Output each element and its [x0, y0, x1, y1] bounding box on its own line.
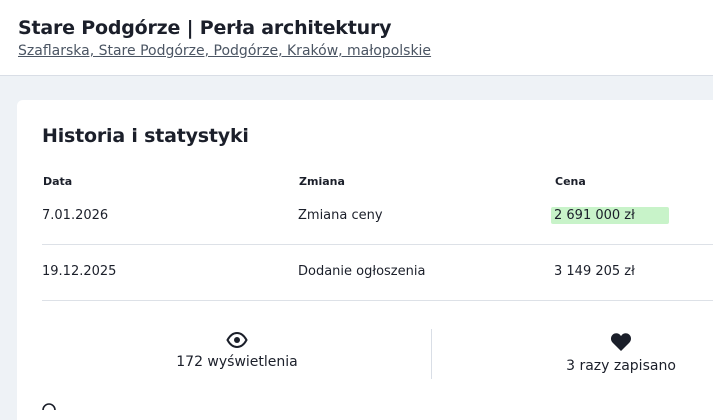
history-title: Historia i statystyki — [42, 125, 249, 147]
table-row: 7.01.2026 Zmiana ceny 2 691 000 zł — [42, 207, 713, 263]
row-date: 19.12.2025 — [42, 264, 117, 279]
row-divider — [42, 244, 713, 245]
table-row: 19.12.2025 Dodanie ogłoszenia 3 149 205 … — [42, 263, 713, 319]
row-change: Zmiana ceny — [298, 208, 383, 223]
column-header-price: Cena — [555, 175, 586, 188]
heart-icon — [610, 333, 632, 351]
row-date: 7.01.2026 — [42, 208, 109, 223]
saves-count: 3 razy zapisano — [566, 358, 676, 374]
row-change: Dodanie ogłoszenia — [298, 264, 426, 279]
eye-icon — [226, 332, 248, 348]
row-price: 3 149 205 zł — [554, 264, 635, 279]
views-stat: 172 wyświetlenia — [157, 332, 317, 370]
stats-separator — [431, 329, 432, 379]
history-stats-card: Historia i statystyki Data Zmiana Cena 7… — [17, 100, 713, 420]
column-header-date: Data — [43, 175, 73, 188]
info-icon — [42, 403, 56, 410]
column-header-change: Zmiana — [299, 175, 345, 188]
listing-address-link[interactable]: Szaflarska, Stare Podgórze, Podgórze, Kr… — [18, 43, 431, 59]
listing-header: Stare Podgórze | Perła architektury Szaf… — [0, 0, 713, 76]
row-price-highlighted: 2 691 000 zł — [551, 207, 669, 224]
saves-stat: 3 razy zapisano — [541, 332, 701, 374]
row-divider — [42, 300, 713, 301]
listing-title: Stare Podgórze | Perła architektury — [18, 17, 392, 39]
views-count: 172 wyświetlenia — [176, 354, 298, 370]
